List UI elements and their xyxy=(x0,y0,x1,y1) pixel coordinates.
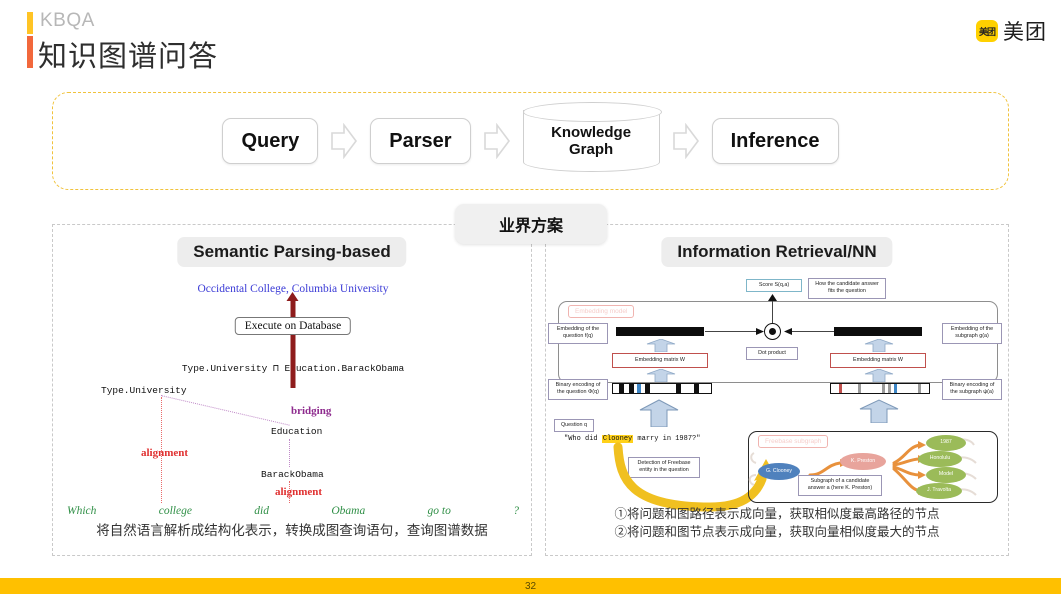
meituan-logo-text: 美团 xyxy=(1003,21,1047,44)
ir-block-arrow-up-right-2 xyxy=(864,368,894,384)
ir-graph-node-k-preston: K. Preston xyxy=(840,453,886,470)
pipeline-step-parser[interactable]: Parser xyxy=(370,118,471,164)
ir-block-arrow-up-subgraph xyxy=(858,399,900,425)
ir-line-right-vector-to-dot xyxy=(790,331,834,332)
ir-graph-node-honolulu: Honolulu xyxy=(918,451,962,467)
ir-caption-line2: ②将问题和图节点表示成向量，获取向量相似度最大的节点 xyxy=(614,524,940,539)
ir-score-note-line1: How the candidate answer xyxy=(815,281,879,287)
ir-arrow-up-to-score xyxy=(768,294,777,303)
block-arrow-right-icon xyxy=(318,123,370,159)
ir-binary-question-line2: the question Φ(q) xyxy=(557,389,599,396)
pipeline-step-inference[interactable]: Inference xyxy=(711,118,839,164)
sp-label-alignment-1: alignment xyxy=(141,447,189,459)
ir-line-left-vector-to-dot xyxy=(705,331,763,332)
ir-graph-node-1987: 1987 xyxy=(926,435,966,451)
ir-binary-encoding-subgraph-bar xyxy=(830,383,930,394)
sp-token-obama: Obama xyxy=(331,505,366,517)
ir-embedding-matrix-right: Embedding matrix W xyxy=(830,353,926,369)
ir-block-arrow-up-left-1 xyxy=(646,338,676,354)
footer-bar: 32 xyxy=(0,578,1061,594)
ir-score-note-line2: fits the question xyxy=(828,288,866,295)
ir-embedding-subgraph-label: Embedding of the subgraph g(a) xyxy=(942,323,1002,344)
sp-node-type-university: Type.University xyxy=(101,385,187,396)
ir-graph-node-g-clooney: G. Clooney xyxy=(758,463,800,480)
page-number: 32 xyxy=(524,580,537,592)
header-kicker: KBQA xyxy=(40,10,95,31)
ir-embedding-matrix-left: Embedding matrix W xyxy=(612,353,708,369)
ir-dot-product-label: Dot product xyxy=(746,347,798,361)
ir-embedding-question-line1: Embedding of the xyxy=(556,326,600,332)
section-badge-industry-solutions: 业界方案 xyxy=(455,204,607,244)
panel-caption-information-retrieval: ①将问题和图路径表示成向量，获取相似度最高路径的节点 ②将问题和图节点表示成向量… xyxy=(546,505,1008,541)
ir-arrowhead-right-to-dot xyxy=(784,328,792,337)
ir-graph-node-model: Model xyxy=(926,467,966,483)
page-title: 知识图谱问答 xyxy=(38,41,219,73)
pipeline-step-knowledge-graph[interactable]: Knowledge Graph xyxy=(522,102,662,172)
ir-embedding-question-line2: question f(q) xyxy=(563,333,593,340)
kg-label-line1: Knowledge xyxy=(551,123,632,141)
sp-token-college: college xyxy=(158,505,192,517)
ir-binary-question-line1: Binary encoding of xyxy=(555,382,601,388)
ir-embedding-vector-left xyxy=(616,327,704,336)
sp-execute-on-database-box: Execute on Database xyxy=(234,317,352,335)
header-accent-bar-orange xyxy=(27,36,33,68)
panel-semantic-parsing: Semantic Parsing-based Occidental Colleg… xyxy=(52,224,532,556)
ir-subgraph-note-line2: answer a (here K. Preston) xyxy=(807,485,873,492)
meituan-logo-mark: 美团 xyxy=(976,20,998,42)
sp-dotted-line-education xyxy=(289,439,290,467)
ir-embedding-subgraph-line2: subgraph g(a) xyxy=(955,333,989,340)
sp-node-barack-obama: BarackObama xyxy=(261,469,324,480)
slide-root: KBQA 知识图谱问答 美团 美团 Query Parser Knowledge… xyxy=(0,0,1061,594)
block-arrow-right-icon xyxy=(660,123,712,159)
pipeline-container: Query Parser Knowledge Graph Inference xyxy=(52,92,1009,190)
sp-label-alignment-2: alignment xyxy=(275,486,323,498)
ir-embedding-vector-right xyxy=(834,327,922,336)
ir-block-arrow-up-question xyxy=(638,399,680,429)
block-arrow-right-icon xyxy=(471,123,523,159)
ir-score-box: Score S(q,a) xyxy=(746,279,802,293)
ir-embedding-question-label: Embedding of the question f(q) xyxy=(548,323,608,344)
panel-information-retrieval: Information Retrieval/NN Embedding model… xyxy=(545,224,1009,556)
ir-dot-product-operator xyxy=(764,323,781,340)
ir-binary-subgraph-label: Binary encoding of the subgraph ψ(a) xyxy=(942,379,1002,400)
panel-title-semantic-parsing: Semantic Parsing-based xyxy=(177,237,407,267)
sp-token-did: did xyxy=(254,505,269,517)
sp-token-qmark: ? xyxy=(513,505,519,517)
ir-binary-subgraph-line1: Binary encoding of xyxy=(949,382,995,388)
ir-question-label: Question q xyxy=(554,419,594,433)
ir-subgraph-note: Subgraph of a candidate answer a (here K… xyxy=(798,475,882,496)
ir-subgraph-note-line1: Subgraph of a candidate xyxy=(810,478,870,484)
kg-label-line2: Graph xyxy=(568,141,614,158)
ir-binary-question-label: Binary encoding of the question Φ(q) xyxy=(548,379,608,400)
ir-binary-encoding-question-bar xyxy=(612,383,712,394)
ir-ghost-embedding-model: Embedding model xyxy=(568,305,635,318)
sp-label-bridging: bridging xyxy=(291,405,332,417)
header-accent-bar-yellow xyxy=(27,12,33,34)
ir-score-note: How the candidate answer fits the questi… xyxy=(808,278,886,299)
ir-block-arrow-up-left-2 xyxy=(646,368,676,384)
semantic-parsing-diagram: Occidental College, Columbia University … xyxy=(53,283,533,517)
ir-arrowhead-left-to-dot xyxy=(756,328,764,337)
panel-caption-semantic-parsing: 将自然语言解析成结构化表示，转换成图查询语句，查询图谱数据 xyxy=(96,523,488,539)
ir-embedding-subgraph-line1: Embedding of the xyxy=(950,326,994,332)
ir-binary-subgraph-line2: the subgraph ψ(a) xyxy=(950,389,994,396)
panel-title-information-retrieval: Information Retrieval/NN xyxy=(661,237,893,267)
ir-block-arrow-up-right-1 xyxy=(864,338,894,354)
sp-token-goto: go to xyxy=(427,505,451,517)
sp-question-tokens: Which college did Obama go to ? xyxy=(67,505,519,517)
sp-red-arrow-lower xyxy=(290,358,296,388)
ir-graph-node-j-travolta: J. Travolta xyxy=(916,483,962,499)
meituan-logo: 美团 美团 xyxy=(976,16,1047,46)
sp-token-which: Which xyxy=(67,505,97,517)
ir-nn-diagram: Embedding model Score S(q,a) How the can… xyxy=(548,278,1006,512)
pipeline-step-query[interactable]: Query xyxy=(222,118,319,164)
ir-caption-line1: ①将问题和图路径表示成向量，获取相似度最高路径的节点 xyxy=(614,506,940,521)
